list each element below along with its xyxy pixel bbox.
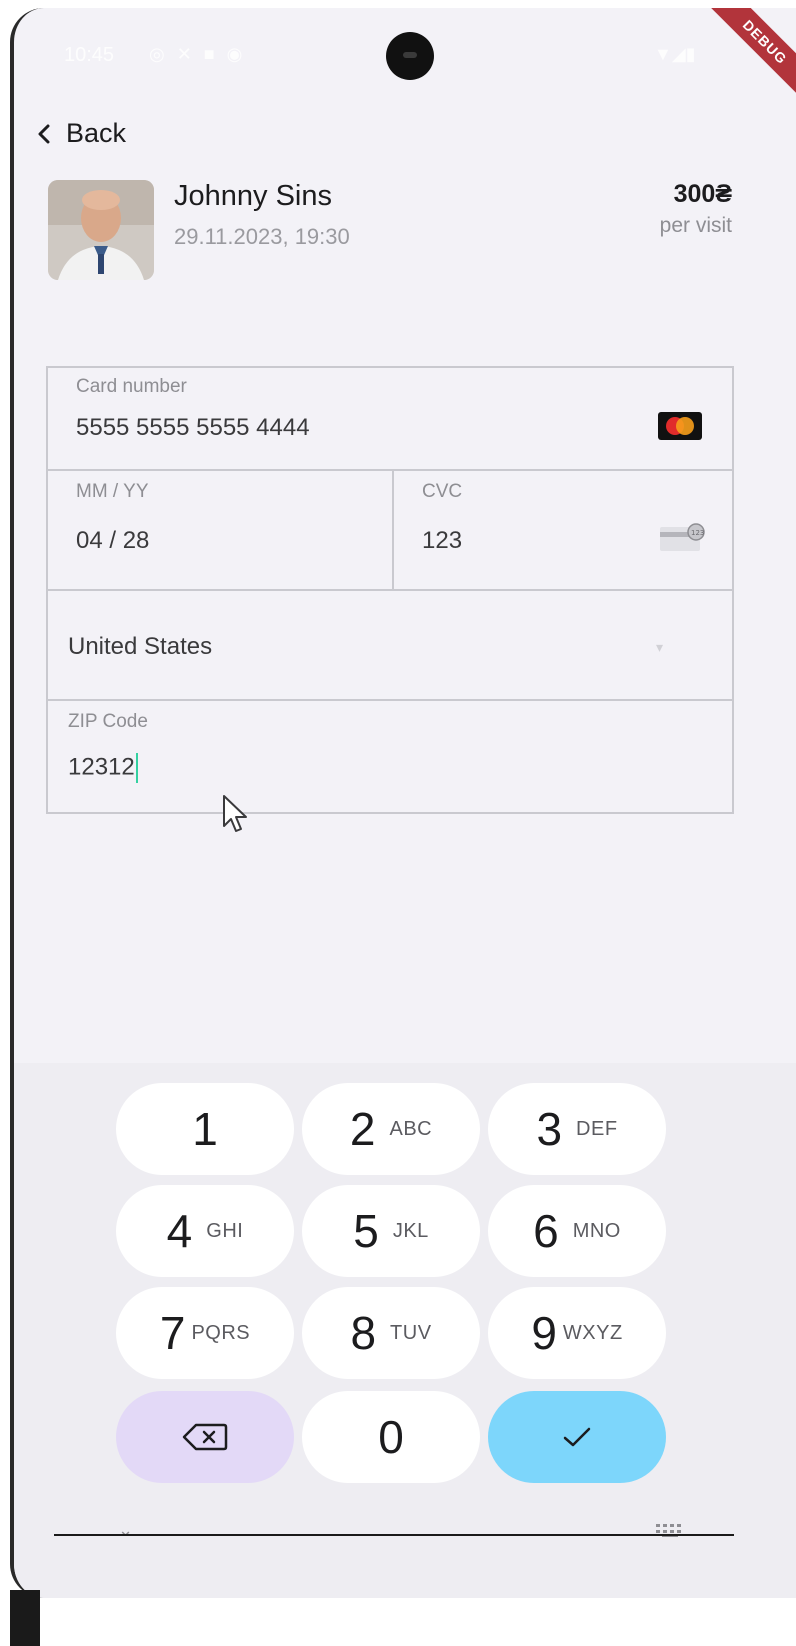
text-caret [135,753,138,783]
expiry-cvc-row: MM / YY 04 / 28 CVC 123 123 [48,471,732,591]
key-letters: DEF [576,1117,618,1140]
key-letters: TUV [390,1321,432,1344]
expiry-field[interactable]: MM / YY 04 / 28 [48,471,392,589]
device-frame-edge [10,1590,40,1646]
key-digit: 8 [350,1307,377,1359]
checkmark-icon [563,1427,591,1447]
key-digit: 6 [533,1205,559,1257]
cvc-label: CVC [422,481,463,502]
key-3[interactable]: 3 DEF [488,1083,666,1175]
key-6[interactable]: 6 MNO [488,1185,666,1277]
front-camera [386,32,434,80]
key-letters: ABC [389,1117,433,1140]
debug-banner: DEBUG [687,8,796,120]
key-9[interactable]: 9 WXYZ [488,1287,666,1379]
zip-code-input[interactable]: 12312 [68,753,138,783]
key-5[interactable]: 5 JKL [302,1185,480,1277]
mouse-cursor-icon [223,795,247,832]
key-letters: GHI [206,1219,244,1242]
key-1[interactable]: 1 [116,1083,294,1175]
key-letters: JKL [392,1219,429,1242]
mastercard-icon [658,412,702,440]
key-digit: 7 [159,1307,186,1359]
card-payment-form: Card number 5555 5555 5555 4444 MM / YY … [46,366,734,814]
key-digit: 1 [192,1103,218,1155]
price-unit: per visit [659,214,732,237]
back-label: Back [66,118,127,148]
card-number-field[interactable]: Card number 5555 5555 5555 4444 [48,368,732,471]
card-number-value: 5555 5555 5555 4444 [76,414,310,441]
key-digit: 3 [536,1103,563,1155]
expiry-value: 04 / 28 [76,527,150,554]
status-time: 10:45 [64,44,115,66]
key-letters: PQRS [191,1321,251,1344]
card-cvc-icon: 123 [660,523,705,551]
visit-price: 300₴ [673,180,732,208]
zip-code-field[interactable]: ZIP Code 12312 [48,701,732,812]
key-4[interactable]: 4 GHI [116,1185,294,1277]
doctor-avatar [48,180,154,280]
cvc-value: 123 [422,527,463,554]
phone-screen: 10:45 ◎✕■◉ ▼◢▮ DEBUG Back Johnny Sins 29… [10,8,796,1598]
key-digit: 4 [166,1205,193,1257]
key-7[interactable]: 7 PQRS [116,1287,294,1379]
svg-text:123: 123 [691,529,704,537]
zip-code-value: 12312 [68,753,135,781]
signal-battery-icons: ▼◢▮ [654,44,696,64]
country-select[interactable]: United States ▾ [48,591,732,701]
key-8[interactable]: 8 TUV [302,1287,480,1379]
chevron-down-icon: ▾ [656,639,664,655]
chevron-left-icon [38,124,50,143]
key-digit: 9 [531,1307,557,1359]
cvc-field[interactable]: CVC 123 123 [394,471,734,589]
done-key[interactable] [488,1391,666,1483]
notification-icons: ◎✕■◉ [149,44,255,64]
expiry-label: MM / YY [76,481,149,502]
country-value: United States [68,633,213,660]
hide-keyboard-icon[interactable]: ⌄ [118,1520,133,1541]
status-bar: 10:45 ◎✕■◉ ▼◢▮ DEBUG [14,8,796,120]
key-0[interactable]: 0 [302,1391,480,1483]
key-digit: 2 [349,1103,376,1155]
key-2[interactable]: 2 ABC [302,1083,480,1175]
key-digit: 0 [378,1411,404,1463]
key-letters: WXYZ [562,1321,623,1344]
card-number-label: Card number [76,376,187,397]
zip-code-label: ZIP Code [68,711,148,732]
key-letters: MNO [572,1219,621,1242]
backspace-key[interactable] [116,1391,294,1483]
back-button[interactable]: Back [34,118,126,149]
doctor-portrait-image [48,180,154,280]
backspace-icon [182,1423,228,1451]
doctor-name: Johnny Sins [174,180,332,212]
numeric-keypad: 1 2 ABC 3 DEF 4 GHI 5 JKL 6 MNO 7 PQRS 8 [14,1063,796,1598]
appointment-datetime: 29.11.2023, 19:30 [174,224,350,249]
key-digit: 5 [353,1205,379,1257]
navigation-bar-line [54,1534,734,1536]
